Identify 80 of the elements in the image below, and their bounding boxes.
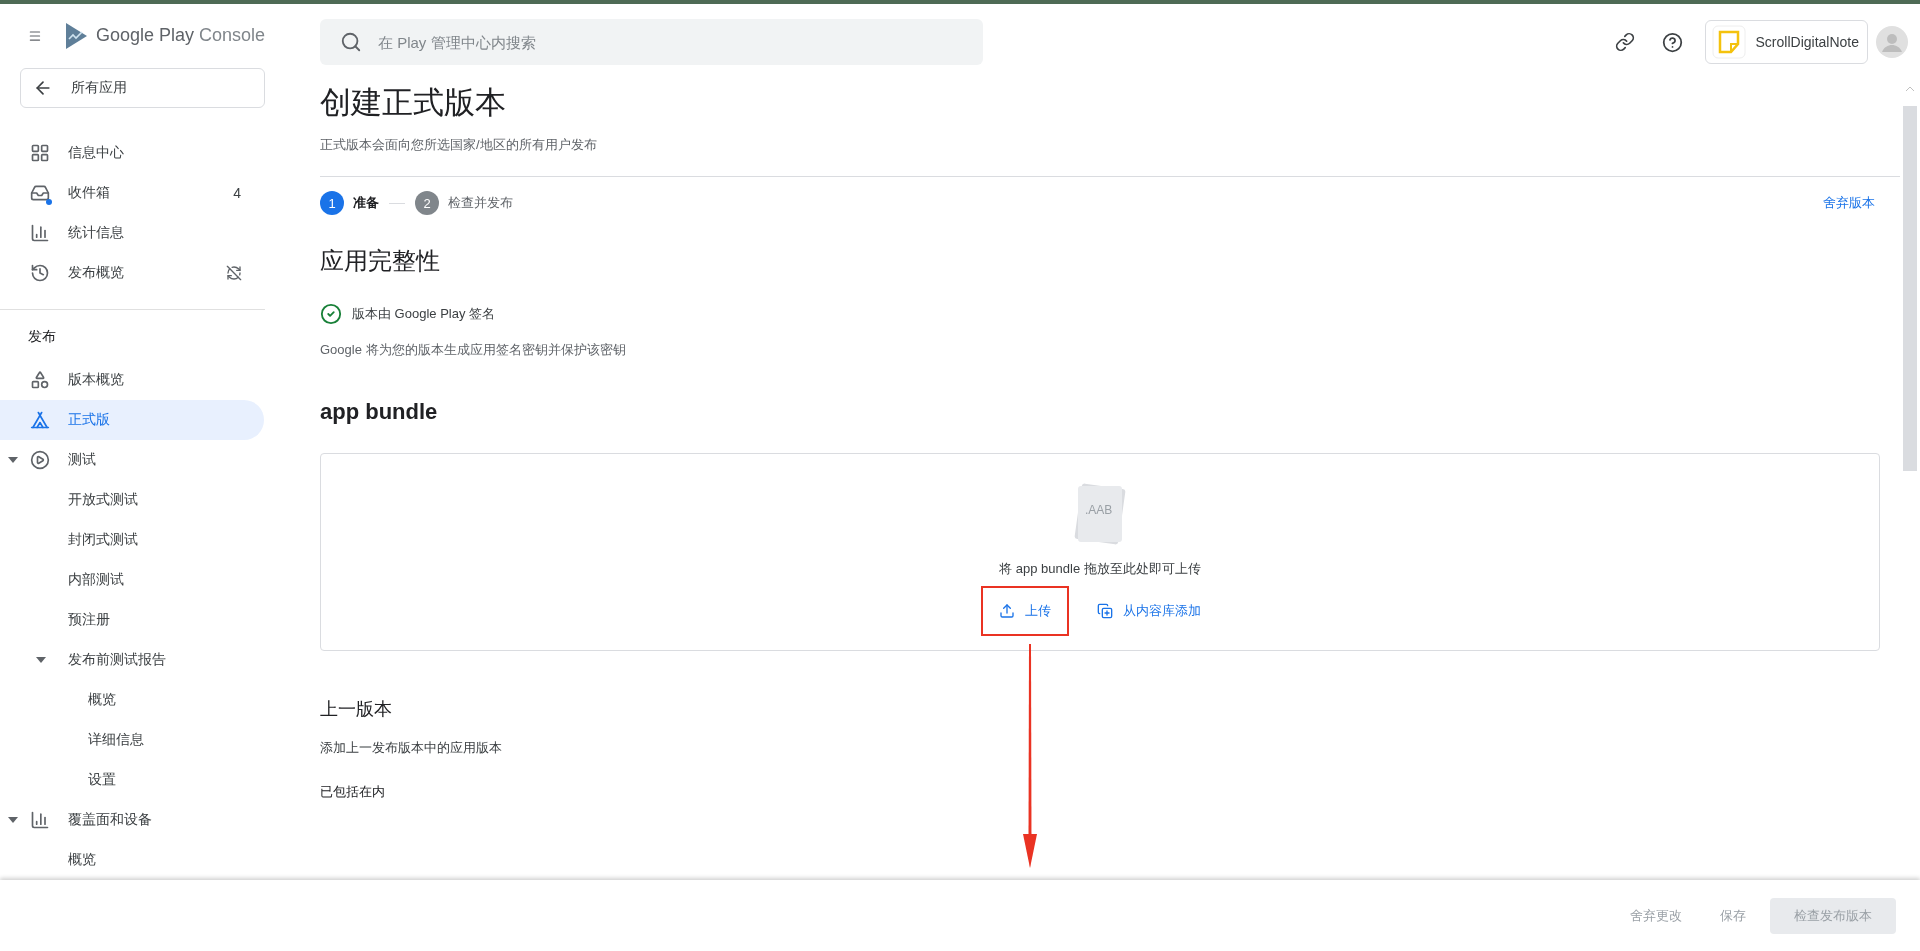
nav-item[interactable]: 收件箱 4	[0, 173, 264, 214]
nav-icon	[30, 370, 50, 390]
nav-item[interactable]: 统计信息	[0, 213, 264, 254]
search-icon	[340, 31, 362, 53]
search-bar[interactable]: 在 Play 管理中心内搜索	[320, 19, 983, 65]
nav-item[interactable]: 信息中心	[0, 133, 264, 174]
check-icon	[320, 303, 342, 325]
nav-item[interactable]: 测试	[0, 440, 264, 480]
nav-icon	[30, 410, 50, 430]
nav-icon	[30, 223, 50, 244]
nav-item[interactable]: 详细信息	[0, 720, 264, 760]
page-subtitle: 正式版本会面向您所选国家/地区的所有用户发布	[320, 136, 598, 154]
section-heading: 上一版本	[320, 698, 393, 721]
signing-status: 版本由 Google Play 签名	[352, 305, 496, 323]
add-library-icon	[1097, 603, 1113, 619]
nav-label: 发布概览	[68, 264, 124, 283]
help-icon	[1662, 31, 1683, 53]
action-button[interactable]: 上传	[985, 590, 1065, 632]
nav-icon	[30, 183, 50, 204]
nav-label: 测试	[68, 451, 96, 469]
nav-label: 预注册	[68, 611, 110, 629]
nav-icon	[30, 810, 50, 830]
discard-release-link[interactable]: 舍弃版本	[1823, 194, 1880, 212]
caret-icon[interactable]	[36, 657, 46, 663]
search-field[interactable]: 在 Play 管理中心内搜索	[376, 32, 983, 52]
nav-item[interactable]: 版本概览	[0, 360, 264, 400]
nav-label: 开放式测试	[68, 491, 138, 509]
nav-label: 设置	[88, 771, 116, 789]
nav-label: 信息中心	[68, 144, 124, 163]
nav-item[interactable]: 概览	[0, 680, 264, 720]
nav-icon	[30, 263, 50, 284]
file-type-label: .AAB	[1085, 503, 1113, 517]
step-number: 2	[415, 191, 439, 215]
upload-icon	[999, 603, 1015, 619]
nav-item[interactable]: 内部测试	[0, 560, 264, 600]
nav-label: 正式版	[68, 411, 110, 429]
step-number: 1	[320, 191, 344, 215]
page-title: 创建正式版本	[320, 84, 507, 122]
nav-item[interactable]: 预注册	[0, 600, 264, 640]
nav-label: 概览	[88, 691, 116, 709]
section-heading: app bundle	[320, 399, 439, 425]
nav-label: 概览	[68, 851, 96, 869]
scrollbar-thumb[interactable]	[1903, 106, 1917, 471]
included-status: 已包括在内	[320, 783, 386, 801]
note-icon	[1711, 25, 1746, 59]
signing-description: Google 将为您的版本生成应用签名密钥并保护该密钥	[320, 341, 627, 359]
count-label: 4	[233, 185, 241, 202]
logo-text: Google Play Console	[95, 25, 265, 47]
step-label: 准备	[353, 194, 379, 212]
nav-label: 收件箱	[68, 184, 110, 203]
nav-icon	[30, 450, 50, 470]
nav-label: 详细信息	[88, 731, 144, 749]
nav-item[interactable]: 封闭式测试	[0, 520, 264, 560]
nav-icon	[30, 143, 50, 164]
app-switcher[interactable]: ScrollDigitalNote	[1704, 20, 1868, 64]
nav-item[interactable]: 概览	[0, 840, 264, 880]
nav-item[interactable]: 覆盖面和设备	[0, 800, 264, 840]
nav-item[interactable]: 开放式测试	[0, 480, 264, 520]
nav-item[interactable]: 发布概览	[0, 253, 264, 294]
section-heading: 应用完整性	[320, 246, 441, 276]
logo-icon	[63, 21, 88, 50]
nav-label: 统计信息	[68, 224, 124, 243]
caret-icon[interactable]	[8, 457, 18, 463]
nav-label: 内部测试	[68, 571, 124, 589]
nav-label: 版本概览	[68, 371, 124, 389]
drop-hint: 将 app bundle 拖放至此处即可上传	[999, 560, 1201, 578]
nav-item[interactable]: 正式版	[0, 400, 264, 440]
nav-label: 覆盖面和设备	[68, 811, 152, 829]
nav-label: 封闭式测试	[68, 531, 138, 549]
link-icon	[1614, 32, 1635, 52]
previous-description: 添加上一发布版本中的应用版本	[320, 739, 503, 757]
action-button[interactable]: 从内容库添加	[1083, 590, 1215, 632]
caret-icon[interactable]	[8, 817, 18, 823]
nav-label: 发布前测试报告	[68, 651, 166, 669]
nav-item[interactable]: 发布前测试报告	[0, 640, 264, 680]
step-label: 检查并发布	[448, 194, 513, 212]
section-title: 发布	[27, 327, 57, 347]
sync-off-icon	[226, 265, 242, 282]
nav-item[interactable]: 设置	[0, 760, 264, 800]
back-button[interactable]: 所有应用	[20, 67, 265, 109]
